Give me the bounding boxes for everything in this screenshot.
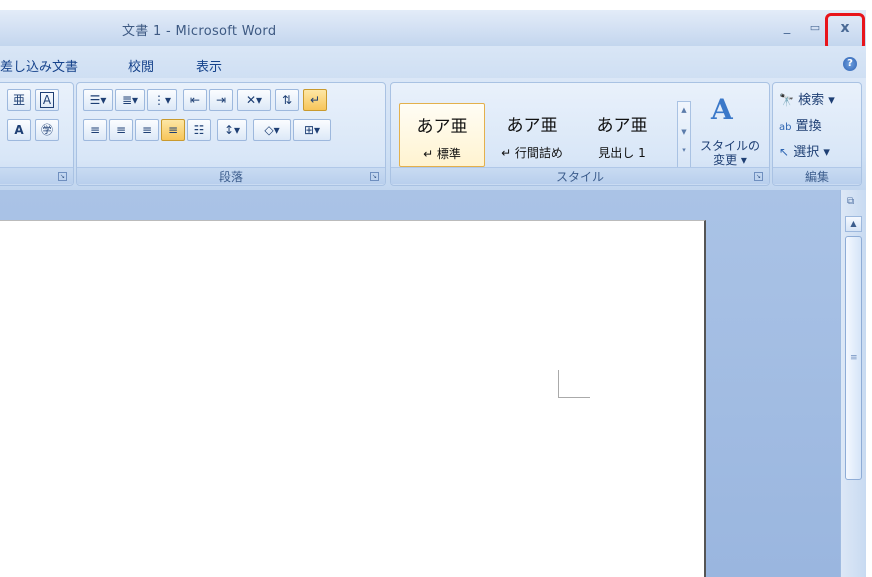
help-icon[interactable]: ?: [843, 57, 857, 71]
enclose-characters-button[interactable]: ㊫: [35, 119, 59, 141]
editing-group: 🔭 検索 ▾ ab 置換 ↖ 選択 ▾ 編集: [772, 82, 862, 186]
scrollbar-grip-icon: ≡: [850, 353, 858, 363]
paragraph-group: ☰▾ ≣▾ ⋮▾ ⇤ ⇥ ✕▾ ⇅ ↵ ≡ ≡ ≡ ≡ ☷ ↕▾ ◇▾ ⊞▾ 段…: [76, 82, 386, 186]
vertical-scrollbar[interactable]: ⧉ ▲ ≡: [840, 190, 866, 577]
increase-indent-button[interactable]: ⇥: [209, 89, 233, 111]
asian-layout-button[interactable]: ✕▾: [237, 89, 271, 111]
change-styles-label-line2: 変更 ▾: [713, 153, 747, 167]
scroll-down-icon[interactable]: ▼: [678, 128, 690, 136]
word-window: 文書 1 - Microsoft Word _ ▭ x 差し込み文書 校閲 表示…: [0, 10, 866, 577]
editing-group-label: 編集: [773, 167, 861, 184]
gallery-more-icon[interactable]: ▾: [678, 146, 690, 154]
ruler-toggle-icon[interactable]: ⧉: [847, 196, 854, 207]
numbering-button[interactable]: ≣▾: [115, 89, 145, 111]
style-name: 見出し 1: [598, 146, 646, 160]
character-shading-button[interactable]: A: [7, 119, 31, 141]
font-dialog-launcher-icon[interactable]: ↘: [58, 172, 67, 181]
paragraph-group-label: 段落: [77, 167, 385, 184]
style-sample: あア亜: [416, 117, 468, 137]
style-no-spacing[interactable]: あア亜 ↵ 行間詰め: [489, 103, 575, 167]
scroll-up-icon[interactable]: ▲: [678, 106, 690, 114]
show-paragraph-marks-button[interactable]: ↵: [303, 89, 327, 111]
document-area: [0, 190, 866, 577]
window-title: 文書 1 - Microsoft Word: [122, 24, 277, 39]
shading-button[interactable]: ◇▾: [253, 119, 291, 141]
align-center-button[interactable]: ≡: [109, 119, 133, 141]
find-button[interactable]: 🔭 検索 ▾: [779, 89, 835, 108]
align-right-button[interactable]: ≡: [135, 119, 159, 141]
find-label: 検索 ▾: [798, 93, 835, 108]
style-heading-1[interactable]: あア亜 見出し 1: [579, 103, 665, 167]
style-name: ↵ 行間詰め: [501, 146, 563, 160]
bullets-button[interactable]: ☰▾: [83, 89, 113, 111]
multilevel-list-button[interactable]: ⋮▾: [147, 89, 177, 111]
scroll-up-arrow-icon[interactable]: ▲: [845, 216, 862, 232]
style-sample: あア亜: [506, 116, 558, 136]
select-label: 選択 ▾: [793, 145, 830, 160]
paragraph-dialog-launcher-icon[interactable]: ↘: [370, 172, 379, 181]
distributed-button[interactable]: ☷: [187, 119, 211, 141]
change-styles-button[interactable]: A スタイルの 変更 ▾: [697, 93, 763, 173]
tab-view[interactable]: 表示: [196, 56, 222, 75]
style-sample: あア亜: [596, 116, 648, 136]
character-border-button[interactable]: A: [35, 89, 59, 111]
replace-button[interactable]: ab 置換: [779, 115, 822, 134]
justify-button[interactable]: ≡: [161, 119, 185, 141]
style-name: ↵ 標準: [423, 147, 461, 161]
replace-icon: ab: [779, 122, 792, 133]
styles-dialog-launcher-icon[interactable]: ↘: [754, 172, 763, 181]
phonetic-guide-button[interactable]: 亜: [7, 89, 31, 111]
tab-review[interactable]: 校閲: [128, 56, 154, 75]
style-gallery-scroll[interactable]: ▲ ▼ ▾: [677, 101, 691, 169]
decrease-indent-button[interactable]: ⇤: [183, 89, 207, 111]
sort-button[interactable]: ⇅: [275, 89, 299, 111]
tab-mailings[interactable]: 差し込み文書: [0, 56, 78, 75]
change-styles-icon: A: [711, 93, 733, 126]
title-bar: 文書 1 - Microsoft Word _ ▭ x: [0, 10, 866, 46]
ribbon-tabs: 差し込み文書 校閲 表示 ?: [0, 46, 866, 78]
cursor-arrow-icon: ↖: [779, 145, 790, 159]
align-left-button[interactable]: ≡: [83, 119, 107, 141]
scrollbar-thumb[interactable]: ≡: [845, 236, 862, 480]
minimize-button[interactable]: _: [774, 16, 800, 40]
select-button[interactable]: ↖ 選択 ▾: [779, 141, 830, 160]
replace-label: 置換: [795, 119, 822, 134]
line-spacing-button[interactable]: ↕▾: [217, 119, 247, 141]
ribbon: 亜 A A ㊫ ↘ ☰▾ ≣▾ ⋮▾ ⇤ ⇥ ✕▾ ⇅ ↵ ≡ ≡ ≡ ≡ ☷ …: [0, 78, 866, 190]
binoculars-icon: 🔭: [779, 93, 794, 107]
borders-button[interactable]: ⊞▾: [293, 119, 331, 141]
styles-group: あア亜 ↵ 標準 あア亜 ↵ 行間詰め あア亜 見出し 1 ▲ ▼ ▾ A スタ…: [390, 82, 770, 186]
margin-corner-marker: [558, 370, 590, 398]
document-page[interactable]: [0, 220, 706, 577]
styles-group-label: スタイル: [391, 167, 769, 184]
font-group: 亜 A A ㊫ ↘: [0, 82, 74, 186]
style-normal[interactable]: あア亜 ↵ 標準: [399, 103, 485, 167]
